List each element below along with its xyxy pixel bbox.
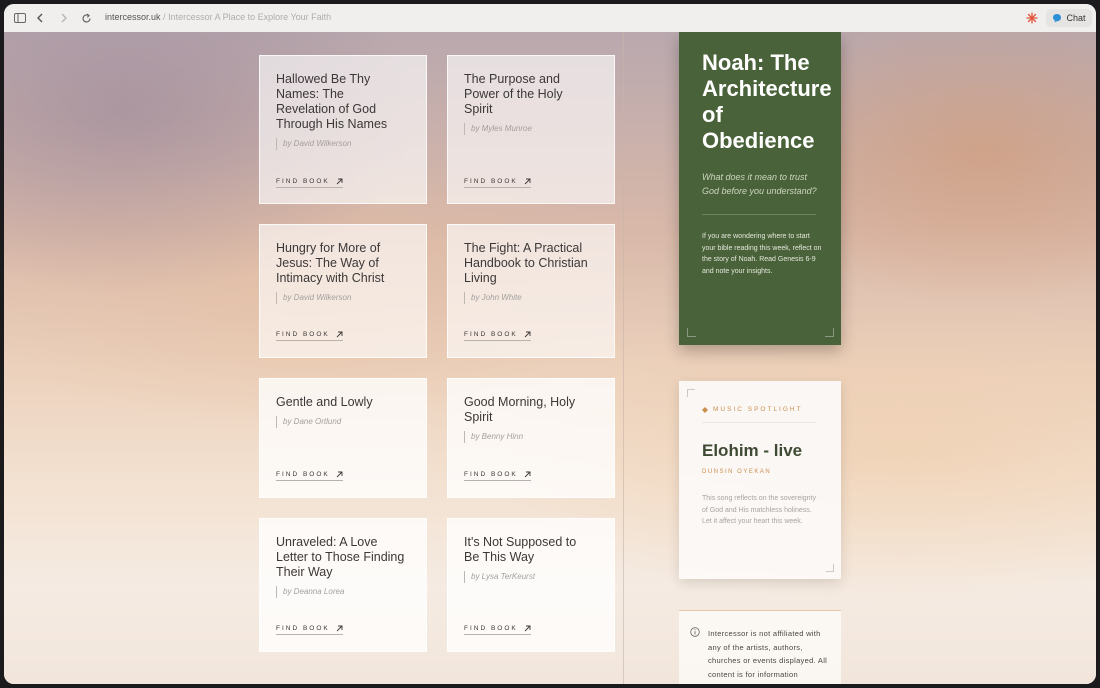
feature-body: If you are wondering where to start your… <box>702 233 822 275</box>
book-title: Hungry for More of Jesus: The Way of Int… <box>276 241 385 285</box>
find-book-link[interactable]: FIND BOOK <box>464 471 531 481</box>
book-title: Hallowed Be Thy Names: The Revelation of… <box>276 72 388 131</box>
book-author: by Lysa TerKeurst <box>464 571 598 583</box>
book-author: by John White <box>464 292 598 304</box>
sidebar-icon[interactable] <box>12 10 28 26</box>
chat-label: Chat <box>1066 13 1086 23</box>
book-author: by Myles Munroe <box>464 123 598 135</box>
find-book-label: FIND BOOK <box>464 625 518 632</box>
browser-toolbar: intercessor.uk / Intercessor A Place to … <box>4 4 1096 33</box>
book-card: Good Morning, Holy Spirit by Benny Hinn … <box>447 378 615 498</box>
column-divider <box>623 32 624 684</box>
feature-title: Noah: The Architecture of Obedience <box>702 50 832 153</box>
music-divider <box>702 422 816 423</box>
book-title: The Fight: A Practical Handbook to Chris… <box>464 241 588 285</box>
featured-study-card: Noah: The Architecture of Obedience What… <box>679 32 841 345</box>
book-author: by Benny Hinn <box>464 431 598 443</box>
find-book-label: FIND BOOK <box>276 178 330 185</box>
feature-divider <box>702 214 816 215</box>
arrow-up-right-icon <box>524 331 531 338</box>
book-card: Gentle and Lowly by Dane Ortlund FIND BO… <box>259 378 427 498</box>
book-card: Hallowed Be Thy Names: The Revelation of… <box>259 55 427 204</box>
find-book-label: FIND BOOK <box>276 625 330 632</box>
find-book-link[interactable]: FIND BOOK <box>276 331 343 341</box>
book-title: Good Morning, Holy Spirit <box>464 395 576 424</box>
arrow-up-right-icon <box>336 178 343 185</box>
corner-decoration <box>687 389 695 397</box>
arrow-up-right-icon <box>524 625 531 632</box>
find-book-label: FIND BOOK <box>276 471 330 478</box>
book-card: The Fight: A Practical Handbook to Chris… <box>447 224 615 358</box>
chat-button[interactable]: Chat <box>1046 9 1092 27</box>
find-book-label: FIND BOOK <box>464 471 518 478</box>
book-card: Hungry for More of Jesus: The Way of Int… <box>259 224 427 358</box>
page-content: Hallowed Be Thy Names: The Revelation of… <box>4 32 1096 684</box>
book-card: The Purpose and Power of the Holy Spirit… <box>447 55 615 204</box>
book-card: Unraveled: A Love Letter to Those Findin… <box>259 518 427 652</box>
book-title: It's Not Supposed to Be This Way <box>464 535 577 564</box>
diamond-icon <box>702 406 708 413</box>
find-book-link[interactable]: FIND BOOK <box>464 331 531 341</box>
back-arrow-icon[interactable] <box>32 10 48 26</box>
find-book-label: FIND BOOK <box>276 331 330 338</box>
song-title[interactable]: Elohim - live <box>702 441 802 461</box>
corner-decoration <box>826 564 834 572</box>
book-card: It's Not Supposed to Be This Way by Lysa… <box>447 518 615 652</box>
book-author: by Dane Ortlund <box>276 416 410 428</box>
corner-decoration <box>687 328 696 337</box>
disclaimer-box: Intercessor is not affiliated with any o… <box>679 610 841 684</box>
song-description: This song reflects on the sovereignty of… <box>702 495 817 525</box>
feature-question: What does it mean to trust God before yo… <box>702 172 817 196</box>
browser-window: intercessor.uk / Intercessor A Place to … <box>4 4 1096 684</box>
music-spotlight-label: MUSIC SPOTLIGHT <box>702 406 803 413</box>
book-author: by David Wilkerson <box>276 138 410 150</box>
book-title: Gentle and Lowly <box>276 395 373 409</box>
arrow-up-right-icon <box>524 471 531 478</box>
find-book-link[interactable]: FIND BOOK <box>276 625 343 635</box>
book-author: by David Wilkerson <box>276 292 410 304</box>
arrow-up-right-icon <box>336 625 343 632</box>
find-book-link[interactable]: FIND BOOK <box>464 178 531 188</box>
find-book-link[interactable]: FIND BOOK <box>276 178 343 188</box>
arrow-up-right-icon <box>524 178 531 185</box>
forward-arrow-icon[interactable] <box>56 10 72 26</box>
chat-icon <box>1053 14 1062 23</box>
url-host: intercessor.uk <box>105 12 161 22</box>
music-label-text: MUSIC SPOTLIGHT <box>713 406 803 413</box>
find-book-link[interactable]: FIND BOOK <box>464 625 531 635</box>
corner-decoration <box>825 328 834 337</box>
reload-icon[interactable] <box>78 10 94 26</box>
url-page-title: Intercessor A Place to Explore Your Fait… <box>168 12 332 22</box>
url-separator: / <box>163 12 166 22</box>
extension-icon[interactable] <box>1024 10 1040 26</box>
song-artist: DUNSIN OYEKAN <box>702 469 772 475</box>
book-title: Unraveled: A Love Letter to Those Findin… <box>276 535 405 579</box>
arrow-up-right-icon <box>336 331 343 338</box>
disclaimer-text: Intercessor is not affiliated with any o… <box>708 629 828 684</box>
find-book-label: FIND BOOK <box>464 178 518 185</box>
find-book-link[interactable]: FIND BOOK <box>276 471 343 481</box>
music-spotlight-card: MUSIC SPOTLIGHT Elohim - live DUNSIN OYE… <box>679 381 841 579</box>
info-icon <box>690 627 700 637</box>
book-title: The Purpose and Power of the Holy Spirit <box>464 72 563 116</box>
arrow-up-right-icon <box>336 471 343 478</box>
book-author: by Deanna Lorea <box>276 586 410 598</box>
address-bar[interactable]: intercessor.uk / Intercessor A Place to … <box>105 12 331 22</box>
find-book-label: FIND BOOK <box>464 331 518 338</box>
